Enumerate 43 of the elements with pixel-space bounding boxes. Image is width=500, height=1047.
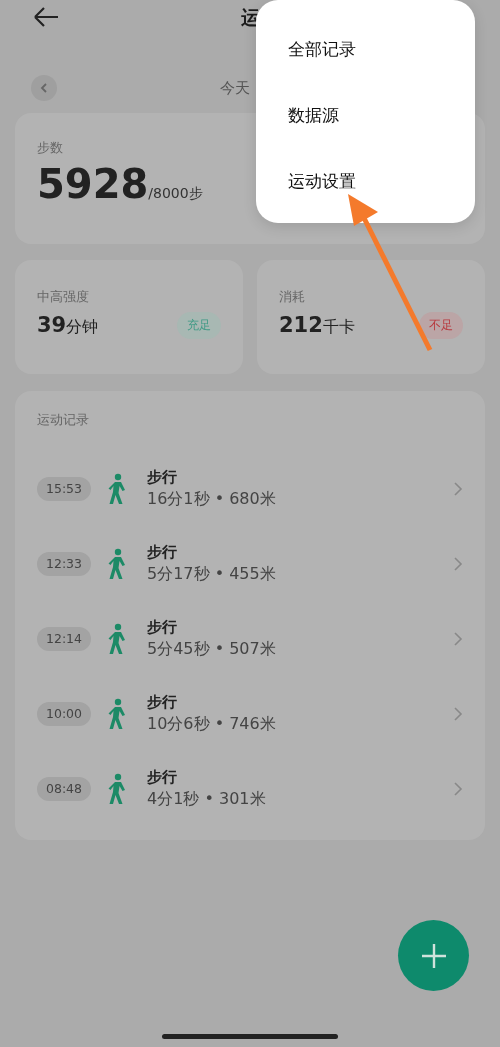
plus-icon — [420, 942, 447, 969]
activity-detail: 5分17秒 • 455米 — [147, 563, 277, 585]
metric-value: 39分钟 — [37, 313, 99, 338]
previous-day-button[interactable] — [31, 75, 57, 101]
records-title: 运动记录 — [37, 411, 90, 429]
menu-item[interactable]: 全部记录 — [288, 16, 475, 82]
steps-goal: /8000步 — [148, 185, 203, 203]
record-row[interactable]: 08:48 步行 4分1秒 • 301米 — [37, 751, 463, 826]
date-label: 今天 — [220, 78, 250, 98]
back-icon[interactable] — [33, 6, 59, 28]
record-row[interactable]: 10:00 步行 10分6秒 • 746米 — [37, 676, 463, 751]
menu-item[interactable]: 数据源 — [288, 82, 475, 148]
activity-name: 步行 — [147, 767, 178, 787]
record-row[interactable]: 15:53 步行 16分1秒 • 680米 — [37, 451, 463, 526]
record-row[interactable]: 12:33 步行 5分17秒 • 455米 — [37, 526, 463, 601]
chevron-right-icon — [453, 480, 463, 497]
steps-label: 步数 — [37, 139, 64, 157]
chevron-right-icon — [453, 780, 463, 797]
activity-name: 步行 — [147, 692, 178, 712]
metric-label: 消耗 — [279, 288, 306, 306]
status-badge: 不足 — [419, 312, 463, 339]
chevron-left-icon — [40, 83, 48, 93]
status-badge: 充足 — [177, 312, 221, 339]
activity-detail: 10分6秒 • 746米 — [147, 713, 277, 735]
metric-label: 中高强度 — [37, 288, 90, 306]
record-row[interactable]: 12:14 步行 5分45秒 • 507米 — [37, 601, 463, 676]
activity-detail: 16分1秒 • 680米 — [147, 488, 277, 510]
chevron-right-icon — [453, 630, 463, 647]
time-pill: 08:48 — [37, 776, 91, 801]
chevron-right-icon — [453, 705, 463, 722]
time-pill: 12:14 — [37, 626, 91, 651]
chevron-right-icon — [453, 555, 463, 572]
activity-name: 步行 — [147, 467, 178, 487]
steps-value: 5928 — [37, 161, 149, 207]
activity-name: 步行 — [147, 617, 178, 637]
menu-item[interactable]: 运动设置 — [288, 148, 475, 214]
metric-value: 212千卡 — [279, 313, 355, 338]
activity-detail: 5分45秒 • 507米 — [147, 638, 277, 660]
time-pill: 10:00 — [37, 701, 91, 726]
activity-detail: 4分1秒 • 301米 — [147, 788, 267, 810]
time-pill: 15:53 — [37, 476, 91, 501]
time-pill: 12:33 — [37, 551, 91, 576]
activity-name: 步行 — [147, 542, 178, 562]
